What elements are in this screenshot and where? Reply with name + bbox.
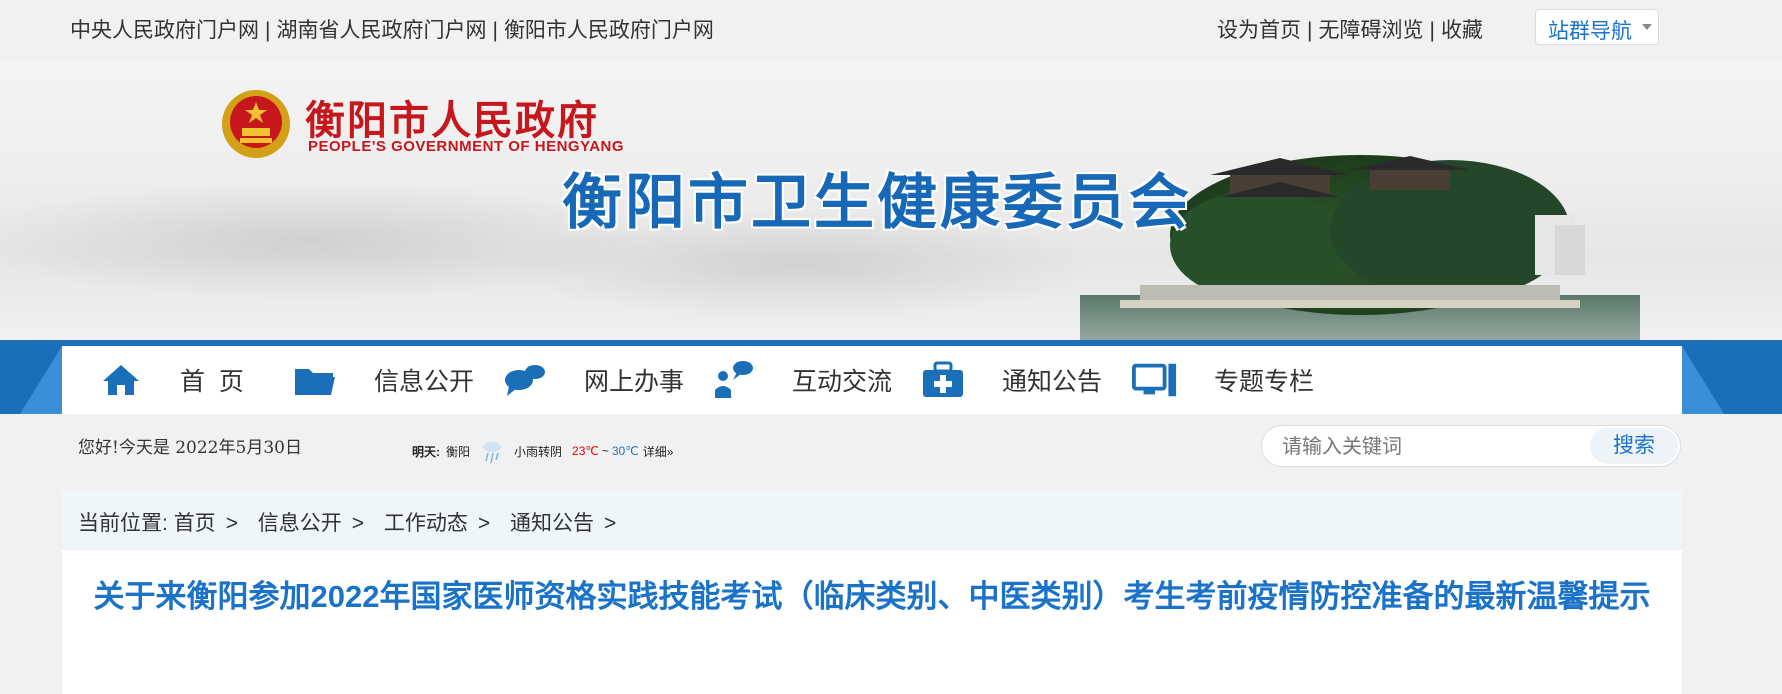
user-chat-icon — [710, 360, 756, 400]
divider: | — [492, 19, 498, 42]
top-link-hengyang-gov[interactable]: 衡阳市人民政府门户网 — [504, 19, 714, 42]
date-greeting: 您好!今天是 2022年5月30日 — [78, 438, 302, 458]
nav-decoration — [1682, 346, 1724, 414]
article-content: 关于来衡阳参加2022年国家医师资格实践技能考试（临床类别、中医类别）考生考前疫… — [62, 550, 1682, 694]
temp-separator: ~ — [601, 444, 609, 458]
divider: | — [265, 19, 271, 42]
temp-high: 23℃ — [572, 444, 599, 458]
temp-low: 30℃ — [611, 444, 639, 458]
nav-item-notices[interactable]: 通知公告 — [920, 346, 1102, 414]
nav-item-home[interactable]: 首 页 — [98, 346, 244, 414]
breadcrumb-separator: > — [477, 512, 491, 535]
search-box: 搜索 — [1261, 425, 1681, 467]
chat-icon — [502, 360, 548, 400]
site-group-nav-label: 站群导航 — [1548, 20, 1632, 43]
breadcrumb-item-info-disclosure[interactable]: 信息公开 — [258, 512, 342, 535]
nav-item-label: 网上办事 — [584, 368, 685, 396]
breadcrumb-separator: > — [351, 512, 365, 535]
nav-item-online-service[interactable]: 网上办事 — [502, 346, 684, 414]
breadcrumb-item-work-news[interactable]: 工作动态 — [384, 512, 468, 535]
weather-widget: 明天: 衡阳 小雨转阴 23℃ ~ 30℃ 详细» — [412, 437, 673, 465]
monitor-icon — [1132, 360, 1178, 400]
top-right-links: 设为首页 | 无障碍浏览 | 收藏 — [1217, 14, 1483, 44]
nav-item-label: 信息公开 — [374, 368, 475, 396]
top-link-hunan-gov[interactable]: 湖南省人民政府门户网 — [276, 19, 486, 42]
nav-item-label: 首 页 — [180, 368, 244, 396]
weather-desc: 小雨转阴 — [514, 444, 563, 459]
divider: | — [1307, 19, 1313, 42]
nav-item-special-topics[interactable]: 专题专栏 — [1132, 346, 1314, 414]
breadcrumb-separator: > — [225, 512, 238, 535]
medical-kit-icon — [920, 360, 966, 400]
nav-item-interaction[interactable]: 互动交流 — [710, 346, 892, 414]
article-title: 关于来衡阳参加2022年国家医师资格实践技能考试（临床类别、中医类别）考生考前疫… — [93, 579, 1651, 614]
nav-decoration — [20, 346, 62, 414]
breadcrumb-item-notices[interactable]: 通知公告 — [510, 512, 594, 535]
weather-details-link[interactable]: 详细» — [643, 443, 674, 460]
breadcrumb-label: 当前位置: — [78, 512, 168, 535]
header-banner: 衡阳市人民政府 PEOPLE'S GOVERNMENT OF HENGYANG … — [0, 60, 1782, 340]
breadcrumb-item-home[interactable]: 首页 — [174, 512, 216, 535]
chevron-down-icon — [1642, 24, 1652, 30]
accessibility-link[interactable]: 无障碍浏览 — [1318, 19, 1423, 42]
search-button[interactable]: 搜索 — [1590, 428, 1678, 464]
gov-name-english: PEOPLE'S GOVERNMENT OF HENGYANG — [308, 138, 625, 155]
site-group-nav-dropdown[interactable]: 站群导航 — [1535, 9, 1659, 45]
breadcrumb-separator: > — [604, 512, 617, 535]
nav-item-label: 通知公告 — [1002, 368, 1103, 396]
top-bar: 中央人民政府门户网 | 湖南省人民政府门户网 | 衡阳市人民政府门户网 设为首页 | 无障碍… — [0, 0, 1782, 60]
search-input[interactable] — [1280, 434, 1544, 460]
set-homepage-link[interactable]: 设为首页 — [1217, 19, 1301, 42]
weather-day: 明天: — [412, 444, 440, 459]
nav-item-label: 互动交流 — [792, 368, 893, 396]
breadcrumb: 当前位置: 首页 > 信息公开 > 工作动态 > 通知公告 > — [62, 490, 1682, 550]
nav-item-label: 专题专栏 — [1214, 368, 1315, 396]
main-nav: 首 页 信息公开 网上办事 互动交流 通知公告 专题专栏 — [62, 346, 1682, 414]
nav-item-info-disclosure[interactable]: 信息公开 — [292, 346, 474, 414]
divider: | — [1429, 19, 1435, 42]
national-emblem-icon — [222, 90, 290, 158]
home-icon — [98, 360, 144, 400]
bookmark-link[interactable]: 收藏 — [1441, 19, 1483, 42]
folder-icon — [292, 360, 338, 400]
site-title: 衡阳市卫生健康委员会 — [562, 169, 1192, 236]
top-link-central-gov[interactable]: 中央人民政府门户网 — [70, 19, 259, 42]
weather-city: 衡阳 — [446, 444, 471, 459]
rain-cloud-icon — [483, 442, 502, 464]
top-links: 中央人民政府门户网 | 湖南省人民政府门户网 | 衡阳市人民政府门户网 — [70, 14, 714, 44]
